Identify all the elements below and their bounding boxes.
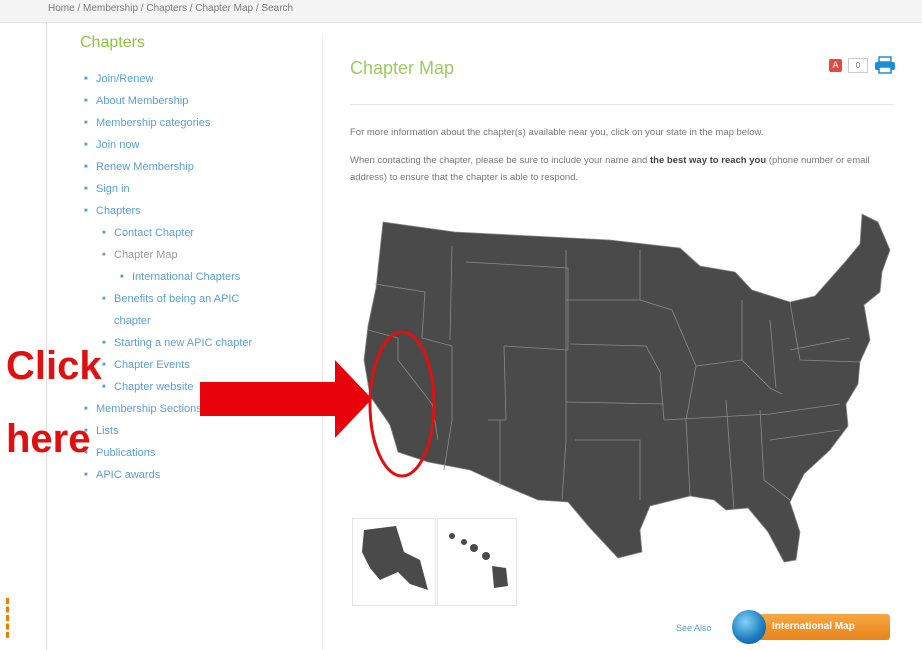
contact-text-start: When contacting the chapter, please be s… bbox=[350, 155, 650, 166]
international-map-button[interactable]: International Map bbox=[732, 610, 896, 644]
page-title: Chapter Map bbox=[350, 58, 455, 78]
sidebar-item-lists[interactable]: Lists bbox=[70, 420, 318, 442]
sidebar-item-benefits[interactable]: Benefits of being an APIC bbox=[70, 288, 318, 310]
click-annotation-line1: Click bbox=[6, 344, 102, 388]
edge-marker bbox=[0, 598, 9, 638]
sidebar-item-chapter-events[interactable]: Chapter Events bbox=[70, 354, 318, 376]
sidebar-item-about-membership[interactable]: About Membership bbox=[70, 90, 318, 112]
pdf-icon[interactable]: A bbox=[829, 58, 842, 72]
sidebar-item-chapters[interactable]: Chapters bbox=[70, 200, 318, 222]
sidebar-item-membership-sections[interactable]: Membership Sections bbox=[70, 398, 318, 420]
alaska-inset[interactable] bbox=[352, 518, 436, 606]
column-divider bbox=[322, 34, 323, 650]
sidebar-item-chapter-map[interactable]: Chapter Map bbox=[70, 244, 318, 266]
intro-text: For more information about the chapter(s… bbox=[350, 127, 764, 138]
sidebar-title: Chapters bbox=[80, 34, 145, 51]
click-annotation-line2: here bbox=[6, 417, 91, 461]
share-count-badge[interactable]: 0 bbox=[848, 57, 868, 73]
sidebar-item-join-renew[interactable]: Join/Renew bbox=[70, 68, 318, 90]
sidebar-item-benefits-continued[interactable]: chapter bbox=[70, 310, 318, 332]
title-divider bbox=[350, 104, 894, 105]
sidebar-nav: Join/Renew About Membership Membership c… bbox=[70, 68, 318, 486]
sidebar-item-publications[interactable]: Publications bbox=[70, 442, 318, 464]
hawaii-inset[interactable] bbox=[437, 518, 517, 606]
page-tools: A 0 bbox=[829, 56, 896, 74]
sidebar-item-apic-awards[interactable]: APIC awards bbox=[70, 464, 318, 486]
sidebar-item-starting-chapter[interactable]: Starting a new APIC chapter bbox=[70, 332, 318, 354]
sidebar-item-join-now[interactable]: Join now bbox=[70, 134, 318, 156]
sidebar-item-renew-membership[interactable]: Renew Membership bbox=[70, 156, 318, 178]
see-also-label: See Also bbox=[676, 623, 712, 633]
globe-icon bbox=[732, 610, 766, 644]
international-map-label: International Map bbox=[758, 614, 890, 640]
browser-breadcrumb-bar: Home / Membership / Chapters / Chapter M… bbox=[0, 0, 922, 23]
print-icon[interactable] bbox=[874, 56, 896, 74]
contact-text-bold: the best way to reach you bbox=[649, 155, 767, 166]
sidebar-item-chapter-website[interactable]: Chapter website bbox=[70, 376, 318, 398]
page-left-border bbox=[46, 22, 47, 650]
sidebar: Chapters Join/Renew About Membership Mem… bbox=[70, 34, 318, 486]
sidebar-item-international-chapters[interactable]: International Chapters bbox=[70, 266, 318, 288]
sidebar-item-contact-chapter[interactable]: Contact Chapter bbox=[70, 222, 318, 244]
contact-instructions: When contacting the chapter, please be s… bbox=[350, 152, 880, 186]
breadcrumb: Home / Membership / Chapters / Chapter M… bbox=[48, 3, 294, 14]
sidebar-item-membership-categories[interactable]: Membership categories bbox=[70, 112, 318, 134]
sidebar-item-sign-in[interactable]: Sign in bbox=[70, 178, 318, 200]
